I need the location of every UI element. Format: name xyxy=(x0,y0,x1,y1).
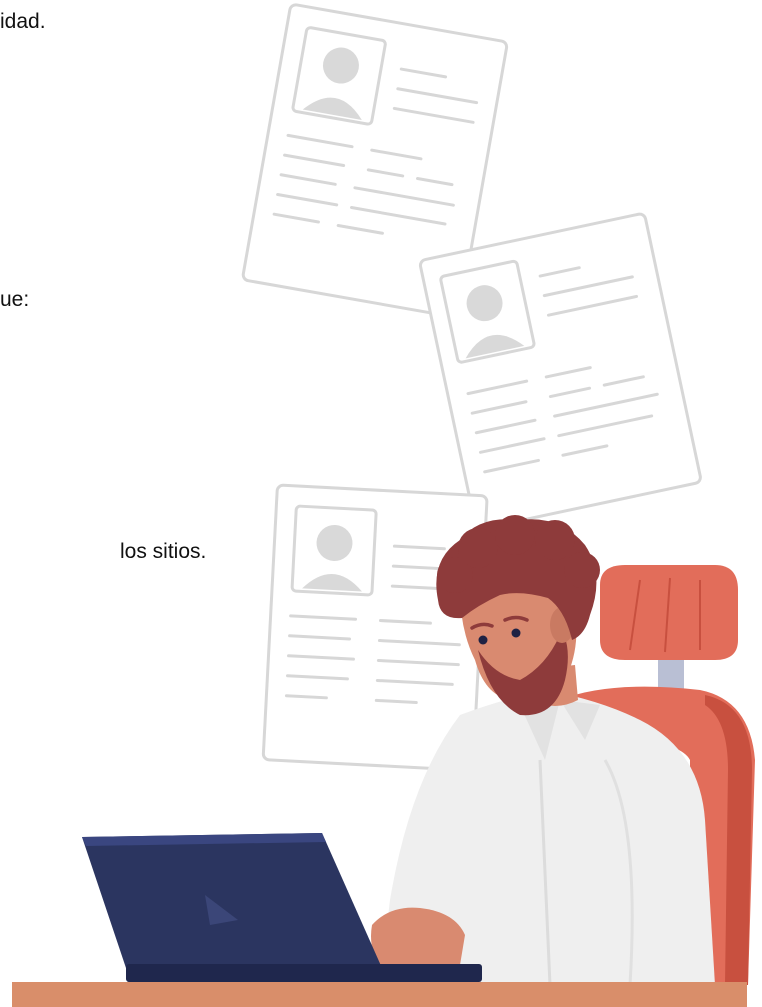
illustration xyxy=(12,3,755,1007)
resume-document-icon xyxy=(418,212,702,531)
desk xyxy=(12,982,747,1007)
